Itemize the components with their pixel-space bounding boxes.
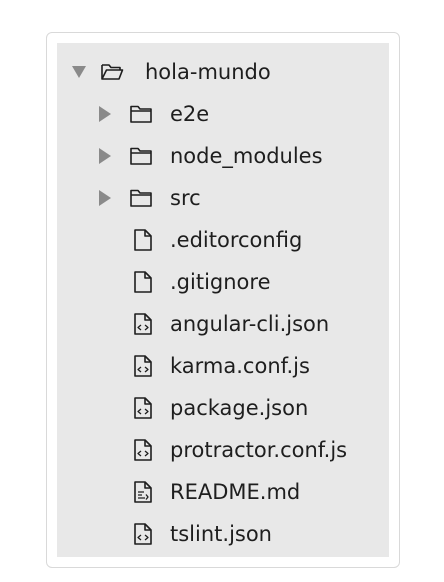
expand-arrow-down-icon[interactable] (72, 66, 86, 78)
tree-item-root[interactable]: hola-mundo (57, 51, 389, 93)
markdown-file-icon (131, 480, 155, 504)
tree-item-label: karma.conf.js (170, 354, 310, 378)
tree-item-file-tslint-json[interactable]: tslint.json (57, 513, 389, 555)
tree-item-file-package-json[interactable]: package.json (57, 387, 389, 429)
tree-item-label: tslint.json (170, 522, 272, 546)
tree-item-file-protractor-conf-js[interactable]: protractor.conf.js (57, 429, 389, 471)
tree-item-file-gitignore[interactable]: .gitignore (57, 261, 389, 303)
code-file-icon (131, 312, 155, 336)
code-file-icon (131, 354, 155, 378)
file-icon (131, 270, 155, 294)
tree-item-label: e2e (170, 102, 210, 126)
tree-item-label: angular-cli.json (170, 312, 330, 336)
tree-item-label: .editorconfig (170, 228, 303, 252)
folder-open-icon (100, 60, 124, 84)
tree-item-file-readme-md[interactable]: README.md (57, 471, 389, 513)
tree-item-label: hola-mundo (145, 60, 271, 84)
folder-icon (129, 144, 153, 168)
tree-item-label: README.md (170, 480, 301, 504)
tree-item-label: src (170, 186, 201, 210)
tree-item-label: protractor.conf.js (170, 438, 348, 462)
folder-icon (129, 102, 153, 126)
code-file-icon (131, 396, 155, 420)
tree-item-label: package.json (170, 396, 309, 420)
tree-item-label: node_modules (170, 144, 323, 168)
file-icon (131, 228, 155, 252)
expand-arrow-right-icon[interactable] (99, 148, 111, 164)
tree-item-folder-node-modules[interactable]: node_modules (57, 135, 389, 177)
tree-item-file-angular-cli-json[interactable]: angular-cli.json (57, 303, 389, 345)
tree-item-folder-src[interactable]: src (57, 177, 389, 219)
code-file-icon (131, 522, 155, 546)
tree-item-label: .gitignore (170, 270, 271, 294)
tree-item-folder-e2e[interactable]: e2e (57, 93, 389, 135)
expand-arrow-right-icon[interactable] (99, 106, 111, 122)
folder-icon (129, 186, 153, 210)
tree-item-file-editorconfig[interactable]: .editorconfig (57, 219, 389, 261)
file-tree-panel: hola-mundo e2e node_modules src .editorc… (57, 43, 389, 557)
expand-arrow-right-icon[interactable] (99, 190, 111, 206)
file-explorer-frame: hola-mundo e2e node_modules src .editorc… (46, 32, 400, 568)
code-file-icon (131, 438, 155, 462)
tree-item-file-karma-conf-js[interactable]: karma.conf.js (57, 345, 389, 387)
